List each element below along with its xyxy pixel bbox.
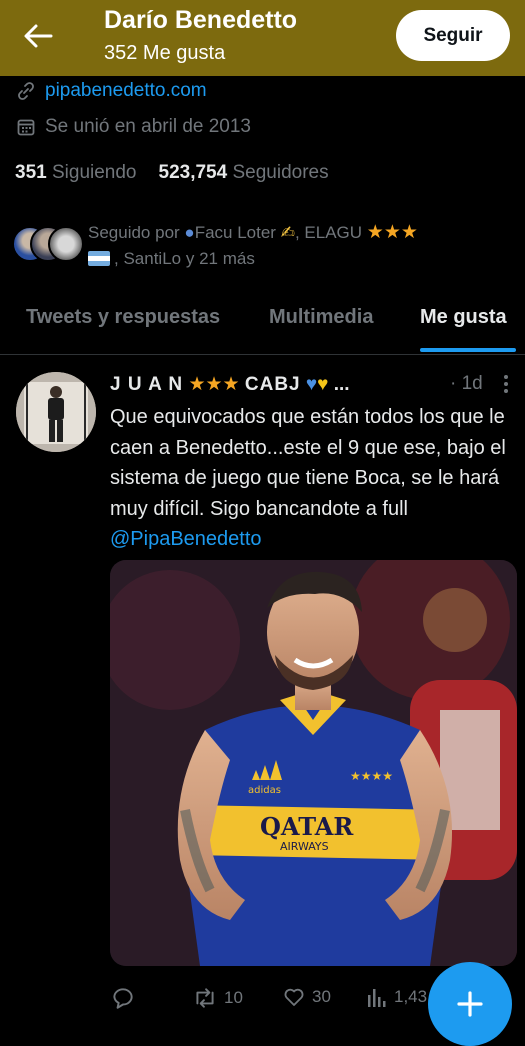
followed-by-section[interactable]: Seguido por ●Facu Loter ✍, ELAGU ★★★ , S… bbox=[12, 220, 517, 270]
star-icon: ★ bbox=[400, 222, 418, 243]
jersey-brand: adidas bbox=[248, 785, 281, 796]
followed-by-text: Seguido por ●Facu Loter ✍, ELAGU ★★★ , S… bbox=[88, 222, 418, 268]
avatar-figure bbox=[16, 372, 96, 452]
tweet-author-avatar[interactable] bbox=[16, 372, 96, 452]
tab-media[interactable]: Multimedia bbox=[269, 306, 373, 329]
avatar bbox=[48, 226, 84, 262]
followers-count: 523,754 bbox=[158, 162, 228, 183]
followers-link[interactable]: 523,754 Seguidores bbox=[159, 162, 329, 183]
tweet-time[interactable]: · 1d bbox=[450, 373, 483, 395]
followed-user: SantiLo bbox=[123, 249, 182, 268]
followed-by-suffix: y 21 más bbox=[185, 249, 255, 268]
reply-icon bbox=[113, 988, 133, 1009]
tab-tweets-replies[interactable]: Tweets y respuestas bbox=[26, 306, 220, 329]
tweet-image[interactable]: ★★★★ adidas QATAR AIRWAYS bbox=[110, 560, 517, 966]
writing-hand-icon: ✍ bbox=[280, 223, 295, 242]
speaking-head-icon: ● bbox=[184, 223, 195, 242]
following-link[interactable]: 351 Siguiendo bbox=[15, 162, 137, 183]
follow-stats: 351 Siguiendo 523,754 Seguidores bbox=[15, 162, 329, 184]
like-button[interactable]: 30 bbox=[282, 985, 331, 1009]
profile-header: Darío Benedetto 352 Me gusta Seguir bbox=[0, 0, 525, 76]
active-tab-indicator bbox=[420, 348, 516, 352]
argentina-flag-icon bbox=[88, 251, 110, 266]
tweet-text: Que equivocados que están todos los que … bbox=[110, 402, 515, 555]
tweet-body: Que equivocados que están todos los que … bbox=[110, 406, 506, 520]
star-icon: ★ bbox=[383, 222, 401, 243]
heart-icon bbox=[284, 988, 304, 1006]
yellow-heart-icon: ♥ bbox=[317, 374, 329, 395]
plus-icon bbox=[457, 991, 483, 1017]
jersey-sponsor-top: QATAR bbox=[260, 812, 354, 841]
compose-tweet-button[interactable] bbox=[428, 962, 512, 1046]
followers-avatars bbox=[12, 226, 84, 262]
link-icon bbox=[18, 82, 34, 100]
followed-by-prefix: Seguido por bbox=[88, 223, 180, 242]
views-count: 1,43 bbox=[394, 987, 428, 1006]
views-chart-icon bbox=[368, 989, 386, 1007]
retweet-button[interactable]: 10 bbox=[192, 985, 243, 1011]
star-icon: ★ bbox=[222, 374, 240, 395]
svg-text:★★★★: ★★★★ bbox=[350, 769, 393, 783]
profile-tabs: Tweets y respuestas Multimedia Me gusta bbox=[0, 292, 525, 355]
player-photo: ★★★★ adidas QATAR AIRWAYS bbox=[110, 560, 517, 966]
followed-user: Facu Loter bbox=[194, 223, 276, 242]
tab-likes[interactable]: Me gusta bbox=[420, 306, 507, 329]
followers-label: Seguidores bbox=[232, 162, 329, 183]
tweet-mention[interactable]: @PipaBenedetto bbox=[110, 528, 262, 550]
retweet-icon bbox=[196, 988, 214, 1008]
blue-heart-icon: ♥ bbox=[305, 374, 318, 395]
tweet-author-name[interactable]: J U A N bbox=[110, 374, 183, 395]
more-options-icon[interactable] bbox=[498, 371, 514, 397]
like-count: 30 bbox=[312, 987, 331, 1006]
jersey-sponsor-bottom: AIRWAYS bbox=[280, 840, 329, 853]
following-count: 351 bbox=[15, 162, 47, 183]
website-link[interactable]: pipabenedetto.com bbox=[45, 80, 207, 102]
tweet-author-suffix: CABJ bbox=[244, 374, 301, 395]
star-icon: ★ bbox=[188, 374, 206, 395]
reply-button[interactable] bbox=[110, 985, 136, 1011]
back-button[interactable] bbox=[18, 16, 58, 56]
followed-user: ELAGU bbox=[304, 223, 363, 242]
follow-button[interactable]: Seguir bbox=[396, 10, 510, 61]
star-icon: ★ bbox=[205, 374, 223, 395]
retweet-count: 10 bbox=[224, 988, 243, 1007]
back-arrow-icon bbox=[24, 24, 53, 48]
views-button[interactable]: 1,43 bbox=[366, 985, 427, 1009]
joined-date: Se unió en abril de 2013 bbox=[45, 116, 251, 137]
tweet-header: J U A N ★★★ CABJ ♥♥ ... · 1d bbox=[110, 373, 515, 401]
star-icon: ★ bbox=[366, 222, 384, 243]
joined-row: Se unió en abril de 2013 bbox=[16, 116, 251, 138]
ellipsis-text: ... bbox=[333, 374, 350, 395]
calendar-icon bbox=[17, 119, 35, 136]
following-label: Siguiendo bbox=[51, 162, 137, 183]
website-row: pipabenedetto.com bbox=[16, 80, 207, 102]
profile-name: Darío Benedetto bbox=[104, 6, 298, 34]
likes-count: 352 Me gusta bbox=[104, 42, 226, 64]
